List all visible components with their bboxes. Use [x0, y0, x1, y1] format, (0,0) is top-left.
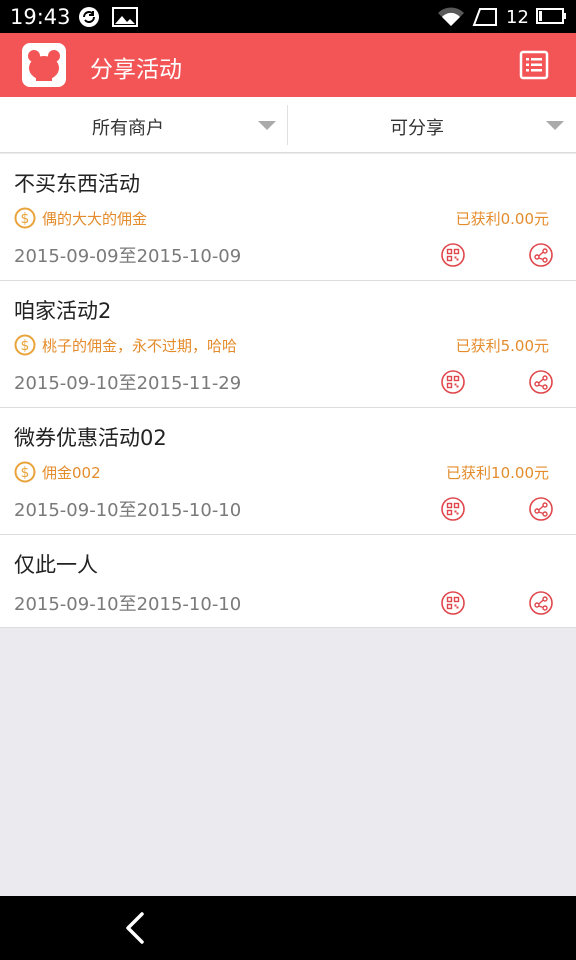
- share-icon[interactable]: [529, 591, 553, 615]
- date-range: 2015-09-10至2015-10-10: [14, 500, 242, 521]
- back-arrow-icon[interactable]: [122, 910, 148, 946]
- status-time: 19:43: [10, 5, 71, 29]
- activity-title: 咱家活动2: [14, 299, 112, 323]
- activity-list: 不买东西活动 $ 偶的大大的佣金 已获利0.00元 2015-09-09至201…: [0, 154, 576, 628]
- earned-amount: 已获利0.00元: [455, 210, 549, 228]
- activity-title: 不买东西活动: [14, 172, 140, 196]
- activity-title: 微券优惠活动02: [14, 426, 167, 450]
- battery-icon: [536, 8, 566, 24]
- earned-amount: 已获利5.00元: [455, 337, 549, 355]
- date-range: 2015-09-09至2015-10-09: [14, 246, 242, 267]
- coin-icon: $: [14, 461, 36, 483]
- commission-text: 佣金002: [42, 464, 101, 482]
- navigation-bar: [0, 896, 576, 960]
- merchant-filter-label: 所有商户: [92, 118, 164, 139]
- date-range: 2015-09-10至2015-11-29: [14, 373, 242, 394]
- commission-text: 偶的大大的佣金: [42, 210, 148, 228]
- activity-item[interactable]: 不买东西活动 $ 偶的大大的佣金 已获利0.00元 2015-09-09至201…: [0, 154, 576, 281]
- sync-icon: [79, 7, 99, 27]
- activity-item[interactable]: 仅此一人 2015-09-10至2015-10-10: [0, 535, 576, 628]
- share-icon[interactable]: [529, 497, 553, 521]
- svg-text:$: $: [21, 465, 30, 481]
- page-title: 分享活动: [90, 57, 182, 83]
- dropdown-arrow-icon: [546, 121, 564, 130]
- qr-code-icon[interactable]: [441, 370, 465, 394]
- coin-icon: $: [14, 207, 36, 229]
- list-icon[interactable]: [519, 50, 549, 80]
- activity-title: 仅此一人: [14, 553, 98, 577]
- coin-icon: $: [14, 334, 36, 356]
- activity-item[interactable]: 咱家活动2 $ 桃子的佣金，永不过期，哈哈 已获利5.00元 2015-09-1…: [0, 281, 576, 408]
- shareable-filter-dropdown[interactable]: 可分享: [288, 97, 576, 153]
- commission-text: 桃子的佣金，永不过期，哈哈: [42, 337, 238, 355]
- activity-item[interactable]: 微券优惠活动02 $ 佣金002 已获利10.00元 2015-09-10至20…: [0, 408, 576, 535]
- dropdown-arrow-icon: [258, 121, 276, 130]
- qr-code-icon[interactable]: [441, 497, 465, 521]
- date-range: 2015-09-10至2015-10-10: [14, 594, 242, 615]
- signal-icon: [472, 8, 497, 26]
- earned-amount: 已获利10.00元: [446, 464, 549, 482]
- svg-text:$: $: [21, 338, 30, 354]
- mascot-logo: [22, 43, 66, 87]
- app-bar: 分享活动: [0, 33, 576, 97]
- svg-text:$: $: [21, 211, 30, 227]
- share-icon[interactable]: [529, 243, 553, 267]
- shareable-filter-label: 可分享: [390, 118, 444, 139]
- status-bar: 19:43 12: [0, 0, 576, 33]
- wifi-icon: [438, 7, 464, 26]
- qr-code-icon[interactable]: [441, 591, 465, 615]
- merchant-filter-dropdown[interactable]: 所有商户: [0, 97, 287, 153]
- filter-bar: 所有商户 可分享: [0, 97, 576, 153]
- battery-level: 12: [506, 7, 529, 28]
- qr-code-icon[interactable]: [441, 243, 465, 267]
- image-icon: [112, 7, 138, 27]
- share-icon[interactable]: [529, 370, 553, 394]
